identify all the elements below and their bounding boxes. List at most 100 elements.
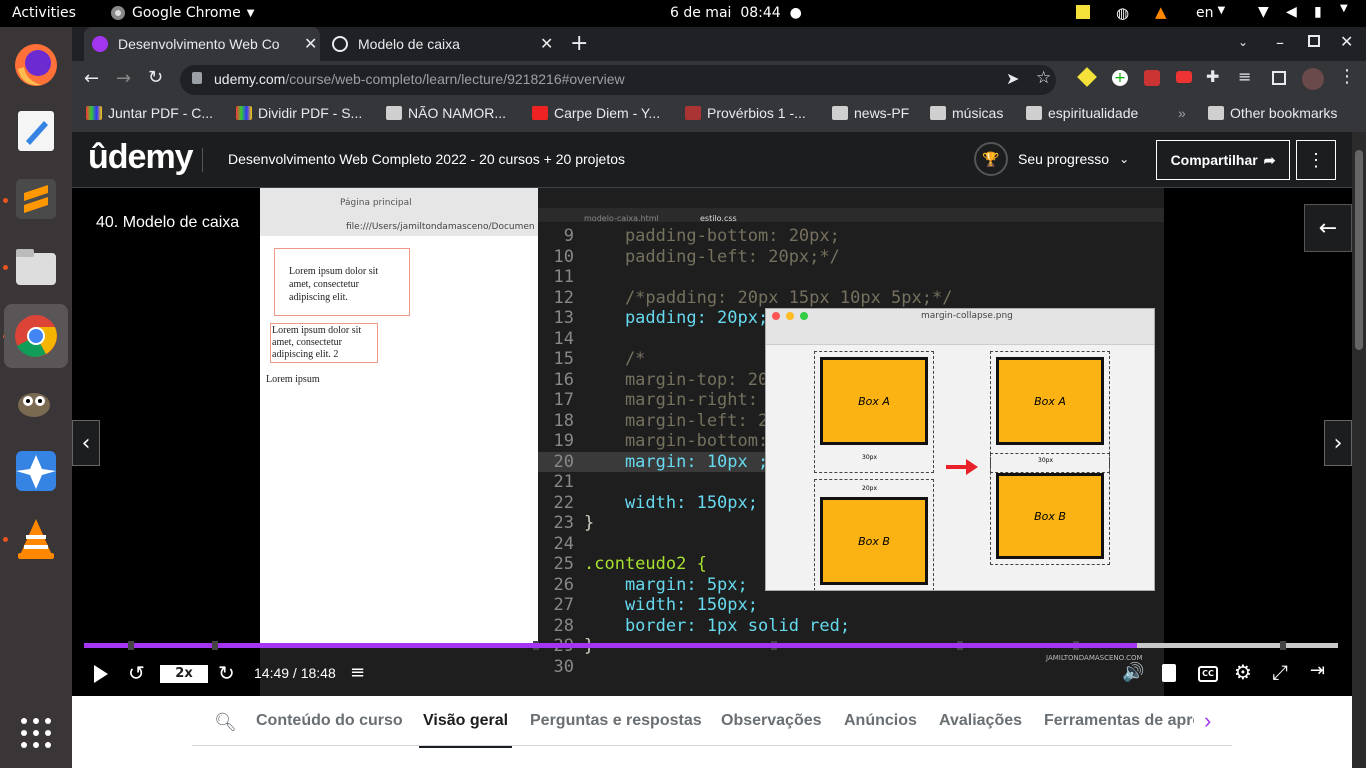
- video-lorem-box-1: Lorem ipsum dolor sit amet, consectetur …: [274, 248, 410, 316]
- tab-search-chevron-icon[interactable]: ⌄: [1238, 35, 1248, 49]
- firefox-icon: [15, 44, 57, 86]
- share-button[interactable]: Compartilhar ➦: [1156, 140, 1290, 180]
- language-selector[interactable]: en ▼: [1196, 5, 1225, 21]
- bookmark-item[interactable]: Dividir PDF - S...: [236, 105, 362, 121]
- more-menu-icon[interactable]: ⋮: [1338, 66, 1356, 87]
- page-scrollbar[interactable]: [1352, 132, 1366, 768]
- address-bar[interactable]: udemy.com/course/web-completo/learn/lect…: [180, 65, 1056, 95]
- bookmark-item[interactable]: Provérbios 1 -...: [685, 105, 806, 121]
- notes-icon[interactable]: [1076, 5, 1090, 19]
- minimize-button[interactable]: –: [1276, 33, 1284, 52]
- course-tab[interactable]: Avaliações: [939, 712, 1022, 730]
- video-player[interactable]: Página principal file:///Users/jamiltond…: [72, 188, 1352, 696]
- youtube-extension-icon[interactable]: [1176, 71, 1192, 83]
- bookmark-item[interactable]: músicas: [930, 105, 1003, 121]
- bookmark-item[interactable]: news-PF: [832, 105, 909, 121]
- bookmark-item[interactable]: espiritualidade: [1026, 105, 1138, 121]
- course-tab[interactable]: Anúncios: [844, 712, 917, 730]
- volume-icon[interactable]: ◀: [1286, 4, 1297, 20]
- reload-button[interactable]: ↻: [148, 67, 163, 88]
- code-line: 20 margin: 10px ;: [538, 451, 769, 472]
- bookmark-item[interactable]: Carpe Diem - Y...: [532, 105, 660, 121]
- course-title[interactable]: Desenvolvimento Web Completo 2022 - 20 c…: [228, 151, 625, 167]
- code-line: 25 .conteudo2 {: [553, 554, 707, 574]
- volume-icon[interactable]: 🔊: [1122, 662, 1144, 683]
- theater-mode-icon[interactable]: ⇥: [1310, 660, 1325, 681]
- scroll-right-chevron-icon[interactable]: ›: [1200, 708, 1212, 734]
- add-note-icon[interactable]: ≡: [350, 662, 365, 683]
- battery-icon[interactable]: ▮: [1314, 4, 1322, 20]
- tab-modelo-de-caixa[interactable]: Modelo de caixa ✕: [324, 27, 556, 61]
- course-tab[interactable]: Ferramentas de apre: [1044, 712, 1194, 730]
- transcript-icon[interactable]: [1162, 664, 1176, 682]
- close-window-button[interactable]: ✕: [1340, 32, 1353, 51]
- course-tab[interactable]: Observações: [721, 712, 822, 730]
- browser-toolbar: ← → ↻ udemy.com/course/web-completo/lear…: [72, 61, 1366, 99]
- rewind-icon[interactable]: ↺: [128, 661, 145, 685]
- course-tab[interactable]: Conteúdo do curso: [256, 712, 403, 730]
- chevron-down-icon[interactable]: ▼: [1340, 3, 1348, 14]
- code-line: 9 padding-bottom: 20px;: [563, 226, 840, 246]
- sublime-launcher[interactable]: [4, 167, 68, 231]
- next-lecture-button[interactable]: ›: [1324, 420, 1352, 466]
- previous-lecture-button[interactable]: ‹: [72, 420, 100, 466]
- lock-icon[interactable]: [192, 72, 202, 84]
- activities-button[interactable]: Activities: [12, 5, 76, 21]
- red-arrow-icon: [946, 459, 978, 475]
- bookmark-item[interactable]: Juntar PDF - C...: [86, 105, 213, 121]
- progress-dropdown[interactable]: 🏆 Seu progresso ⌄: [974, 142, 1129, 176]
- store-launcher[interactable]: [4, 439, 68, 503]
- extension-badge-icon[interactable]: [1144, 70, 1160, 86]
- udemy-logo[interactable]: ûdemy: [88, 138, 194, 177]
- firefox-launcher[interactable]: [4, 33, 68, 97]
- more-options-button[interactable]: ⋮: [1296, 140, 1336, 180]
- show-apps-button[interactable]: [4, 701, 68, 765]
- maximize-button[interactable]: [1308, 35, 1320, 47]
- send-tab-icon[interactable]: ➤: [1006, 69, 1019, 89]
- close-icon[interactable]: ✕: [540, 34, 553, 54]
- forward-icon[interactable]: ↻: [218, 661, 235, 685]
- bookmarks-overflow-button[interactable]: »: [1178, 105, 1186, 121]
- editor-tab: modelo-caixa.html: [584, 214, 659, 223]
- progress-label: Seu progresso: [1018, 151, 1110, 167]
- highlighter-extension-icon[interactable]: [1077, 67, 1097, 87]
- bookmark-item[interactable]: NÃO NAMOR...: [386, 105, 506, 121]
- media-control-icon[interactable]: ≡: [1238, 67, 1251, 86]
- vlc-icon: [18, 519, 54, 559]
- close-icon[interactable]: ✕: [304, 34, 317, 54]
- chrome-launcher[interactable]: [4, 304, 68, 368]
- box-a-collapsed: Box A: [996, 357, 1104, 445]
- plus-extension-icon[interactable]: +: [1112, 70, 1128, 86]
- sidebar-toggle-arrow-icon[interactable]: ←: [1304, 204, 1352, 252]
- app-name: Google Chrome: [132, 5, 241, 21]
- other-bookmarks[interactable]: Other bookmarks: [1208, 105, 1337, 121]
- playback-rate-button[interactable]: 2x: [160, 665, 208, 683]
- vlc-launcher[interactable]: [4, 507, 68, 571]
- course-tab[interactable]: Visão geral: [419, 712, 513, 748]
- files-launcher[interactable]: [4, 235, 68, 299]
- fullscreen-icon[interactable]: ⤢: [1272, 660, 1288, 684]
- url-text[interactable]: udemy.com/course/web-completo/learn/lect…: [214, 71, 625, 87]
- gimp-launcher[interactable]: [4, 371, 68, 435]
- captions-icon[interactable]: CC: [1198, 666, 1218, 682]
- back-button[interactable]: ←: [84, 68, 99, 89]
- side-panel-icon[interactable]: [1272, 71, 1286, 85]
- avatar[interactable]: [1302, 68, 1324, 90]
- video-progress-bar[interactable]: [84, 641, 1338, 650]
- vlc-tray-icon[interactable]: ▲: [1155, 3, 1167, 21]
- play-icon[interactable]: [92, 664, 110, 684]
- app-menu[interactable]: Google Chrome ▼: [110, 5, 254, 21]
- text-editor-launcher[interactable]: [4, 99, 68, 163]
- course-tab[interactable]: Perguntas e respostas: [530, 712, 702, 730]
- wifi-icon[interactable]: ▼: [1258, 4, 1269, 20]
- network-icon[interactable]: ◍: [1116, 4, 1129, 22]
- new-tab-button[interactable]: +: [570, 31, 588, 56]
- search-icon[interactable]: 🔍︎: [214, 712, 237, 733]
- clock[interactable]: 6 de mai 08:44 ●: [670, 5, 802, 21]
- store-icon: [16, 451, 56, 491]
- puzzle-extensions-icon[interactable]: ✚: [1206, 67, 1219, 86]
- forward-button[interactable]: →: [116, 68, 131, 89]
- settings-gear-icon[interactable]: ⚙: [1234, 660, 1252, 684]
- bookmark-star-icon[interactable]: ☆: [1036, 68, 1051, 88]
- tab-desenvolvimento[interactable]: Desenvolvimento Web Co ✕: [84, 27, 320, 61]
